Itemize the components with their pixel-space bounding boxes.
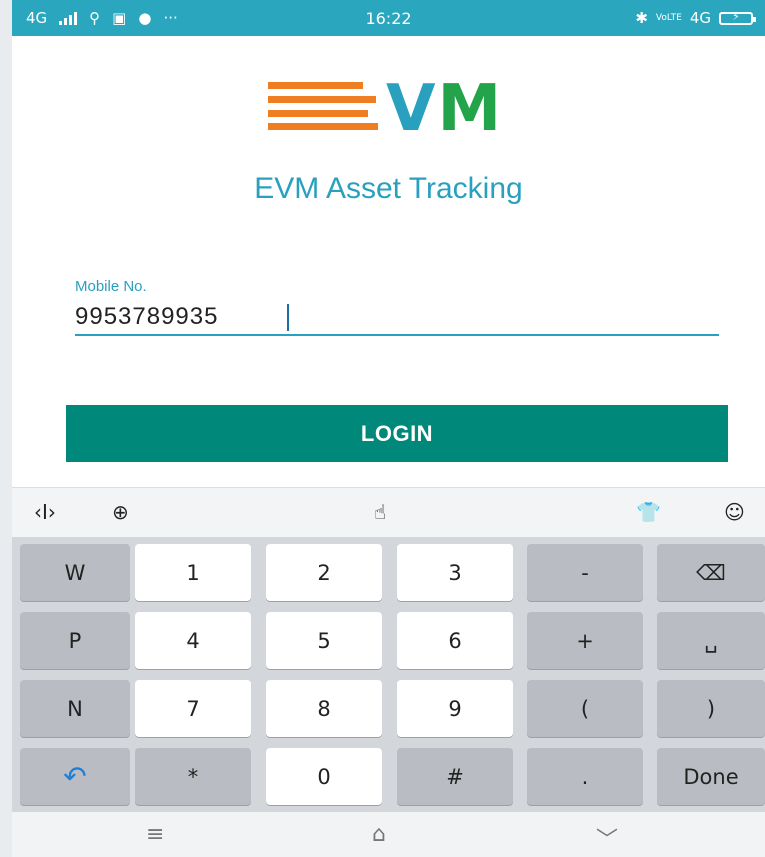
cursor-move-icon[interactable]: ‹I›: [34, 500, 56, 524]
logo-stripe: [268, 96, 376, 103]
status-bar: 4G ⚲ ▣ ● ··· 16:22 ✱ VoLTE 4G ⚡: [12, 0, 765, 36]
logo-stripe: [268, 123, 378, 130]
home-icon[interactable]: ⌂: [372, 822, 386, 847]
battery-icon: ⚡: [719, 10, 756, 25]
volte-label: VoLTE: [655, 13, 682, 23]
key-w[interactable]: W: [20, 544, 130, 601]
key-plus[interactable]: +: [527, 612, 643, 669]
key-hash[interactable]: #: [397, 748, 513, 805]
key-6[interactable]: 6: [397, 612, 513, 669]
key-5[interactable]: 5: [266, 612, 382, 669]
key-close-paren[interactable]: ): [657, 680, 765, 737]
key-9[interactable]: 9: [397, 680, 513, 737]
done-key[interactable]: Done: [657, 748, 765, 805]
mobile-number-input[interactable]: [75, 300, 719, 336]
evm-logo: VM: [268, 72, 538, 146]
key-p[interactable]: P: [20, 612, 130, 669]
key-2[interactable]: 2: [266, 544, 382, 601]
space-key[interactable]: ␣: [657, 612, 765, 669]
key-asterisk[interactable]: *: [135, 748, 251, 805]
logo-letter-m: M: [437, 72, 504, 146]
emoji-icon[interactable]: ☺: [724, 500, 745, 524]
navigation-bar: ≡ ⌂ ﹀: [12, 812, 765, 857]
logo-letter-v: V: [386, 72, 438, 146]
key-7[interactable]: 7: [135, 680, 251, 737]
globe-icon[interactable]: ⊕: [112, 500, 129, 524]
logo-letters: VM: [386, 72, 503, 146]
mobile-field-label: Mobile No.: [75, 278, 147, 295]
key-3[interactable]: 3: [397, 544, 513, 601]
touchpal-icon[interactable]: ☝: [374, 500, 386, 524]
numeric-keyboard: W 1 2 3 - ⌫ P 4 5 6 + ␣ N 7 8 9 ( ) ↶ * …: [12, 537, 765, 812]
login-button[interactable]: LOGIN: [66, 405, 728, 462]
key-minus[interactable]: -: [527, 544, 643, 601]
key-n[interactable]: N: [20, 680, 130, 737]
key-8[interactable]: 8: [266, 680, 382, 737]
backspace-key[interactable]: ⌫: [657, 544, 765, 601]
text-cursor: [287, 304, 289, 331]
key-open-paren[interactable]: (: [527, 680, 643, 737]
key-0[interactable]: 0: [266, 748, 382, 805]
key-period[interactable]: .: [527, 748, 643, 805]
network-type-right: 4G: [689, 9, 711, 27]
logo-stripe: [268, 82, 363, 89]
bluetooth-icon: ✱: [635, 9, 648, 27]
theme-shirt-icon[interactable]: 👕: [636, 500, 661, 524]
logo-stripe: [268, 110, 368, 117]
keyboard-toolbar: ‹I› ⊕ ☝ 👕 ☺: [12, 487, 765, 538]
key-1[interactable]: 1: [135, 544, 251, 601]
back-arrow-key[interactable]: ↶: [20, 748, 130, 805]
menu-icon[interactable]: ≡: [146, 822, 164, 847]
back-icon[interactable]: ﹀: [596, 822, 618, 854]
status-right: ✱ VoLTE 4G ⚡: [635, 9, 756, 27]
app-title: EVM Asset Tracking: [254, 172, 523, 205]
phone-screen: 4G ⚲ ▣ ● ··· 16:22 ✱ VoLTE 4G ⚡ VM EVM A…: [12, 0, 765, 857]
key-4[interactable]: 4: [135, 612, 251, 669]
